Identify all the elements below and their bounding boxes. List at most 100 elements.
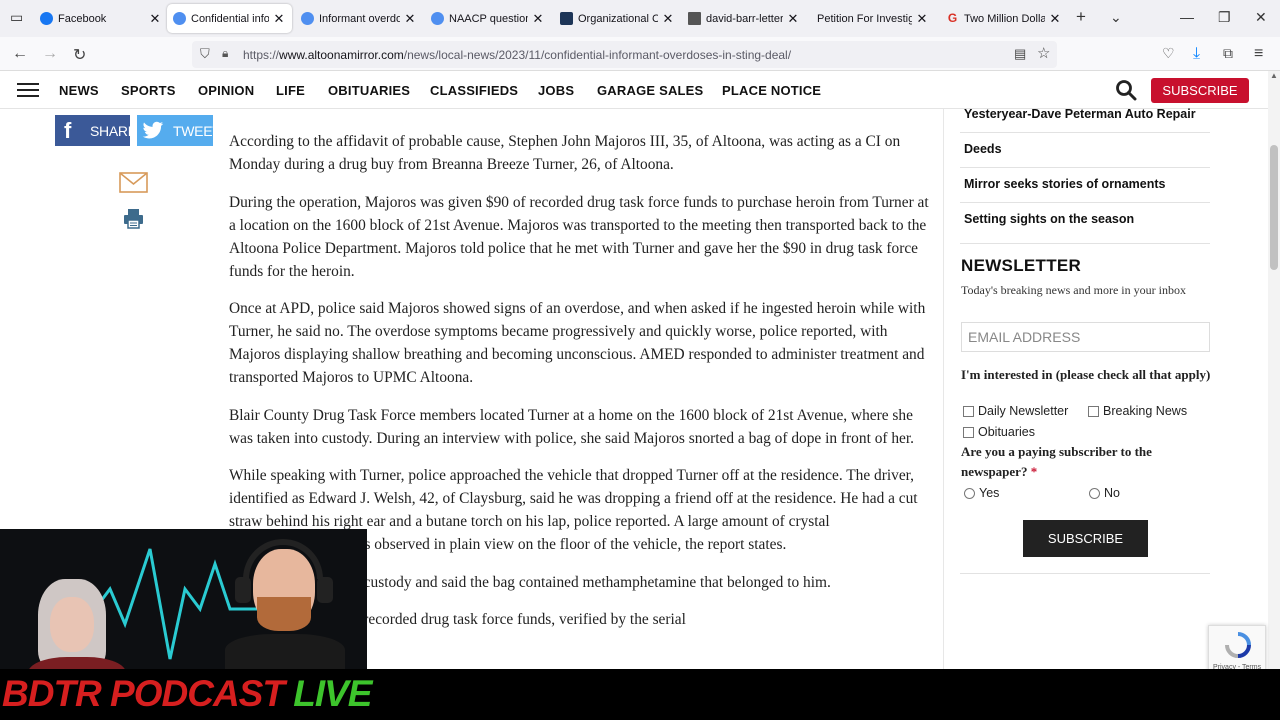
reader-view-icon[interactable]: ▤ xyxy=(1014,46,1026,62)
menu-classifieds[interactable]: CLASSIFIEDS xyxy=(430,83,518,98)
option-label: No xyxy=(1104,486,1120,500)
site-favicon-icon xyxy=(301,12,314,25)
tweet-label: TWEET xyxy=(173,123,221,139)
facebook-icon: f xyxy=(64,118,72,143)
site-header: NEWS SPORTS OPINION LIFE OBITUARIES CLAS… xyxy=(0,71,1268,109)
sidebar-link[interactable]: Setting sights on the season xyxy=(964,212,1134,226)
facebook-share-button[interactable]: f SHARE xyxy=(55,115,137,146)
tab-label: david-barr-letter.p xyxy=(706,12,783,25)
email-field[interactable]: EMAIL ADDRESS xyxy=(961,322,1210,352)
close-tab-icon[interactable]: ✕ xyxy=(272,11,286,27)
hamburger-menu-icon[interactable] xyxy=(17,83,39,98)
sidebar-link[interactable]: Yesteryear-Dave Peterman Auto Repair xyxy=(964,107,1196,121)
tab-confidential-informant[interactable]: Confidential informant ✕ xyxy=(167,4,292,33)
scrollbar-thumb[interactable] xyxy=(1270,145,1278,270)
downloads-icon[interactable]: ⤓ xyxy=(1193,45,1200,63)
shield-icon[interactable]: ⛉ xyxy=(200,46,210,62)
live-label: LIVE xyxy=(293,673,372,714)
podcast-name: BDTR PODCAST xyxy=(2,673,285,714)
newsletter-subtitle: Today's breaking news and more in your i… xyxy=(961,283,1186,297)
scrollbar[interactable]: ▲ ▼ xyxy=(1268,71,1280,689)
tab-informant-overdoses[interactable]: Informant overdoses ✕ xyxy=(301,4,417,33)
paying-question: Are you a paying subscriber to the newsp… xyxy=(961,442,1211,482)
radio[interactable] xyxy=(964,487,975,499)
org-favicon-icon xyxy=(560,12,573,25)
subscribe-button[interactable]: SUBSCRIBE xyxy=(1151,78,1249,103)
option-label: Yes xyxy=(979,486,1000,500)
site-favicon-icon xyxy=(173,12,186,25)
share-label: SHARE xyxy=(90,123,137,139)
required-mark: * xyxy=(1030,464,1038,479)
divider xyxy=(960,167,1210,168)
host-left-webcam xyxy=(28,579,126,669)
scroll-up-icon[interactable]: ▲ xyxy=(1270,71,1278,80)
divider xyxy=(960,573,1210,574)
minimize-icon[interactable]: — xyxy=(1180,9,1194,25)
option-label: Breaking News xyxy=(1103,404,1188,418)
twitter-tweet-button[interactable]: TWEET xyxy=(137,115,221,146)
interest-question: I'm interested in (please check all that… xyxy=(961,367,1211,382)
tab-two-million[interactable]: G Two Million Dolla ✕ xyxy=(946,4,1062,33)
menu-sports[interactable]: SPORTS xyxy=(121,83,176,98)
article-paragraph: Blair County Drug Task Force members loc… xyxy=(229,406,915,447)
menu-icon[interactable]: ≡ xyxy=(1254,45,1263,63)
tab-organizational[interactable]: Organizational Ch ✕ xyxy=(560,4,675,33)
tab-petition[interactable]: Petition For Investigati ✕ xyxy=(817,4,929,33)
menu-garage-sales[interactable]: GARAGE SALES xyxy=(597,83,703,98)
chevron-down-icon[interactable]: ⌄ xyxy=(1110,9,1122,26)
pocket-icon[interactable]: ♡ xyxy=(1162,45,1175,62)
menu-place-notice[interactable]: PLACE NOTICE xyxy=(722,83,821,98)
menu-opinion[interactable]: OPINION xyxy=(198,83,254,98)
sidebar-link[interactable]: Mirror seeks stories of ornaments xyxy=(964,177,1165,191)
forward-icon[interactable]: → xyxy=(42,45,58,63)
reload-icon[interactable]: ↻ xyxy=(73,45,86,65)
back-icon[interactable]: ← xyxy=(12,45,28,63)
close-tab-icon[interactable]: ✕ xyxy=(403,11,417,27)
close-tab-icon[interactable]: ✕ xyxy=(786,11,800,27)
tab-label: Facebook xyxy=(58,12,107,25)
search-icon[interactable] xyxy=(1115,79,1137,101)
print-icon[interactable] xyxy=(123,208,144,229)
address-bar[interactable]: ⛉ 🔒︎ https://www.altoonamirror.com/news/… xyxy=(192,41,1057,68)
google-icon: G xyxy=(947,11,958,25)
newsletter-subscribe-button[interactable]: SUBSCRIBE xyxy=(1023,520,1148,557)
url-text[interactable]: https://www.altoonamirror.com/news/local… xyxy=(243,48,791,62)
menu-life[interactable]: LIFE xyxy=(276,83,305,98)
breaking-news-checkbox[interactable]: Breaking News xyxy=(1088,404,1187,418)
close-tab-icon[interactable]: ✕ xyxy=(915,11,929,27)
restore-icon[interactable]: ❐ xyxy=(1218,9,1231,26)
divider xyxy=(960,132,1210,133)
lock-icon[interactable]: 🔒︎ xyxy=(222,46,228,61)
new-tab-icon[interactable]: + xyxy=(1076,7,1086,27)
menu-news[interactable]: NEWS xyxy=(59,83,99,98)
option-label: Obituaries xyxy=(978,425,1035,439)
close-tab-icon[interactable]: ✕ xyxy=(148,11,162,27)
no-radio[interactable]: No xyxy=(1089,486,1120,500)
tab-list-icon[interactable]: ▭ xyxy=(10,9,23,26)
email-icon[interactable] xyxy=(119,172,148,193)
tab-label: Informant overdoses xyxy=(319,12,400,25)
tab-label: Petition For Investigati xyxy=(817,12,912,25)
daily-newsletter-checkbox[interactable]: Daily Newsletter xyxy=(963,404,1068,418)
menu-obituaries[interactable]: OBITUARIES xyxy=(328,83,410,98)
checkbox[interactable] xyxy=(1088,405,1099,417)
extensions-icon[interactable]: ⧉ xyxy=(1223,45,1233,62)
checkbox[interactable] xyxy=(963,426,974,438)
sidebar-link[interactable]: Deeds xyxy=(964,142,1002,156)
close-tab-icon[interactable]: ✕ xyxy=(531,11,545,27)
yes-radio[interactable]: Yes xyxy=(964,486,999,500)
divider xyxy=(960,202,1210,203)
close-tab-icon[interactable]: ✕ xyxy=(1048,11,1062,27)
tab-naacp[interactable]: NAACP questions ✕ xyxy=(431,4,545,33)
tab-bar: ▭ Facebook ✕ Confidential informant ✕ In… xyxy=(0,0,1280,37)
close-window-icon[interactable]: ✕ xyxy=(1255,9,1267,26)
radio[interactable] xyxy=(1089,487,1100,499)
host-right-webcam xyxy=(225,539,345,669)
close-tab-icon[interactable]: ✕ xyxy=(661,11,675,27)
tab-facebook[interactable]: Facebook ✕ xyxy=(40,4,162,33)
obituaries-checkbox[interactable]: Obituaries xyxy=(963,425,1035,439)
bookmark-star-icon[interactable]: ☆ xyxy=(1037,44,1050,62)
checkbox[interactable] xyxy=(963,405,974,417)
menu-jobs[interactable]: JOBS xyxy=(538,83,574,98)
tab-david-barr-letter[interactable]: david-barr-letter.p ✕ xyxy=(688,4,800,33)
